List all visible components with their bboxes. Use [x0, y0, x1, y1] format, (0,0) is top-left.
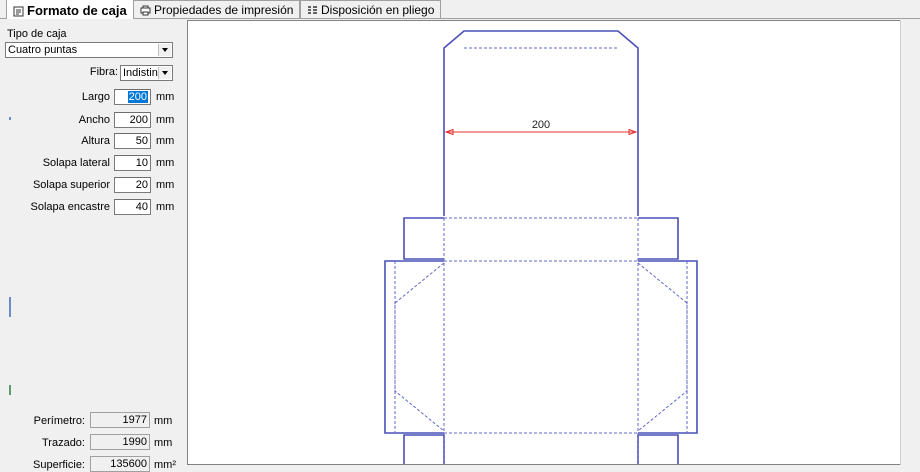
unit-label: mm: [156, 179, 175, 191]
unit-label: mm: [156, 91, 175, 103]
drawing-canvas[interactable]: 200: [187, 20, 900, 465]
width-dimension-label: 200: [532, 119, 550, 131]
box-dieline: 200: [384, 30, 698, 464]
box-type-label: Tipo de caja: [7, 28, 67, 40]
box-type-select[interactable]: Cuatro puntas: [5, 42, 173, 58]
perimetro-label: Perímetro:: [33, 415, 85, 427]
fold-lines: [394, 47, 688, 464]
tab-label: Disposición en pliego: [321, 3, 435, 17]
unit-label: mm: [156, 157, 175, 169]
altura-label: Altura: [81, 135, 110, 147]
edge-mark: [9, 117, 11, 120]
solapa-superior-input[interactable]: 20: [114, 177, 151, 193]
right-dust-flap: [638, 217, 679, 260]
edge-mark: [9, 297, 11, 317]
box-settings-panel: Tipo de caja Cuatro puntas Fibra: Indist…: [0, 20, 186, 472]
unit-label: mm²: [154, 459, 176, 471]
solapa-lateral-label: Solapa lateral: [42, 157, 110, 169]
superficie-label: Superficie:: [33, 459, 85, 471]
sheet-layout-icon: [307, 5, 318, 16]
unit-label: mm: [156, 114, 175, 126]
tab-disposicion-en-pliego[interactable]: Disposición en pliego: [300, 0, 442, 18]
chevron-down-icon[interactable]: [158, 67, 171, 79]
largo-label: Largo: [81, 91, 110, 103]
fiber-select[interactable]: Indistinta: [120, 65, 173, 81]
tab-propiedades-de-impresion[interactable]: Propiedades de impresión: [133, 0, 301, 18]
altura-input[interactable]: 50: [114, 133, 151, 149]
box-type-value: Cuatro puntas: [8, 44, 78, 56]
tab-label: Formato de caja: [27, 2, 127, 18]
vertical-scrollbar[interactable]: [900, 20, 920, 465]
ancho-label: Ancho: [78, 114, 110, 126]
unit-label: mm: [156, 201, 175, 213]
left-dust-flap: [403, 217, 444, 260]
tab-formato-de-caja[interactable]: Formato de caja: [6, 0, 134, 19]
right-bottom-flap: [637, 434, 679, 464]
fiber-label: Fibra:: [89, 66, 118, 78]
superficie-value: 135600: [90, 456, 150, 472]
perimetro-value: 1977: [90, 412, 150, 428]
largo-input[interactable]: 200: [114, 89, 151, 105]
box-format-icon: [13, 5, 24, 16]
solapa-encastre-input[interactable]: 40: [114, 199, 151, 215]
cut-lines: [384, 30, 698, 464]
unit-label: mm: [154, 437, 173, 449]
solapa-lateral-input[interactable]: 10: [114, 155, 151, 171]
unit-label: mm: [154, 415, 173, 427]
solapa-encastre-label: Solapa encastre: [30, 201, 111, 213]
edge-mark: [9, 385, 11, 395]
left-bottom-flap: [403, 434, 445, 464]
solapa-superior-label: Solapa superior: [32, 179, 110, 191]
unit-label: mm: [156, 135, 175, 147]
tab-bar: Formato de caja Propiedades de impresión…: [0, 0, 920, 19]
chevron-down-icon[interactable]: [158, 44, 171, 56]
tab-label: Propiedades de impresión: [154, 3, 294, 17]
ancho-input[interactable]: 200: [114, 112, 151, 128]
trazado-value: 1990: [90, 434, 150, 450]
print-properties-icon: [140, 5, 151, 16]
trazado-label: Trazado:: [41, 437, 85, 449]
